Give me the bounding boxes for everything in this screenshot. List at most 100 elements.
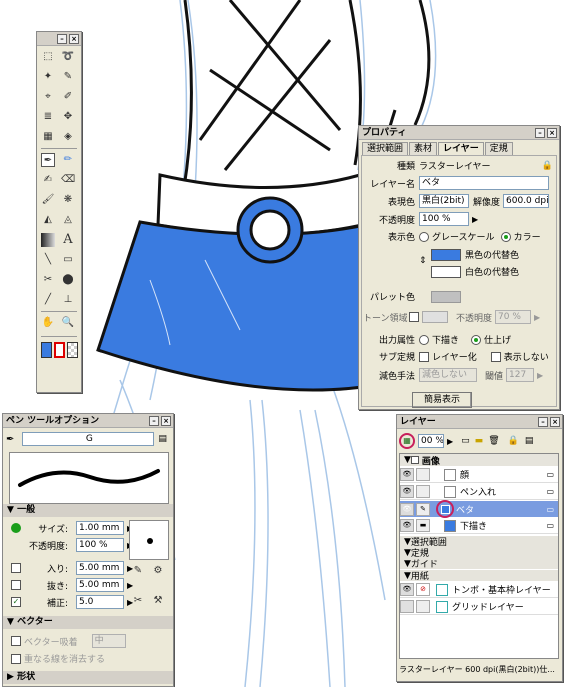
swap-colors-icon[interactable]: ⇕	[419, 256, 427, 266]
lock-icon[interactable]: 🔒	[542, 161, 553, 171]
vector-snap-checkbox[interactable]	[11, 636, 21, 646]
tone-area-swatch[interactable]	[422, 311, 448, 323]
lasso-select-icon[interactable]: ➰	[61, 50, 75, 64]
color-radio[interactable]	[500, 231, 511, 242]
correction-field[interactable]: 5.0	[76, 595, 124, 609]
pen-opacity-field[interactable]: 100 %	[76, 538, 124, 552]
in-checkbox[interactable]	[11, 563, 21, 573]
layer-row-crop-marks[interactable]: 👁 ⊘ トンボ・基本枠レイヤー	[400, 582, 558, 598]
fill-icon[interactable]: ◭	[41, 213, 55, 227]
close-icon[interactable]: ×	[547, 128, 557, 138]
lock-layer-icon[interactable]: 🔒	[508, 436, 519, 446]
tool-palette-titlebar[interactable]: – ×	[37, 32, 81, 46]
black-substitute-swatch[interactable]	[431, 248, 461, 261]
layer-color-icon[interactable]	[436, 500, 454, 518]
visibility-eye-icon[interactable]: 👁	[400, 468, 414, 481]
layer-row-inking[interactable]: 👁 ペン入れ ▭	[400, 484, 558, 500]
draft-radio[interactable]	[419, 334, 429, 345]
threshold-field[interactable]: 127	[506, 368, 535, 382]
edit-state-icon[interactable]: ⊘	[416, 583, 430, 596]
opacity-field[interactable]: 100 %	[419, 212, 469, 226]
threshold-arrow-icon[interactable]: ▶	[537, 371, 543, 380]
correction-checkbox[interactable]: ✓	[11, 597, 21, 607]
smudge-icon[interactable]: ╱	[41, 293, 55, 307]
pattern-fill-icon[interactable]: ◬	[61, 213, 75, 227]
close-icon[interactable]: ×	[161, 416, 171, 426]
tab-selection[interactable]: 選択範囲	[362, 142, 409, 155]
layer-move-icon[interactable]: ≣	[41, 110, 55, 124]
marker-icon[interactable]: ✍	[41, 173, 55, 187]
object-select-icon[interactable]: ⌖	[41, 90, 55, 104]
pen-tool-icon[interactable]: ✒	[41, 153, 55, 167]
visibility-eye-icon[interactable]: 👁	[400, 583, 414, 596]
expression-color-field[interactable]: 黒白(2bit)	[419, 194, 469, 208]
out-field[interactable]: 5.00 mm	[76, 578, 124, 592]
rectangle-tool-icon[interactable]: ▭	[61, 253, 75, 267]
group-pages[interactable]: ▼ 画像	[400, 454, 558, 467]
vector-snap-select[interactable]: 中	[91, 634, 126, 648]
brush-name-field[interactable]: G	[22, 432, 155, 446]
hand-scale-icon[interactable]: ◈	[61, 130, 75, 144]
line-tool-icon[interactable]: ╲	[41, 253, 55, 267]
new-folder-icon[interactable]: ▬	[475, 436, 484, 446]
tone-area-checkbox[interactable]	[409, 312, 419, 322]
layers-titlebar[interactable]: レイヤー – ×	[397, 415, 562, 429]
tone-opacity-arrow-icon[interactable]: ▶	[534, 313, 540, 322]
magic-wand-icon[interactable]: ✦	[41, 70, 55, 84]
ruler-tool-icon[interactable]: ✂	[41, 273, 55, 287]
layer-list-view-icon[interactable]: ▦	[399, 433, 415, 449]
layer-opacity-arrow-icon[interactable]: ▶	[447, 437, 453, 446]
stamp-icon[interactable]: ⊥	[61, 293, 75, 307]
size-field[interactable]: 1.00 mm	[76, 521, 124, 535]
pen-select-icon[interactable]: ✐	[61, 90, 75, 104]
layer-row-draft[interactable]: 👁 ▬ 下描き ▭	[400, 518, 558, 534]
layer-opacity-field[interactable]: 00 %	[418, 434, 444, 448]
pressure-out-icon[interactable]: ✂	[131, 594, 145, 608]
pen-options-titlebar[interactable]: ペン ツールオプション – ×	[3, 414, 173, 428]
edit-state-icon[interactable]	[416, 485, 430, 498]
pressure-settings-icon[interactable]: ⚒	[151, 594, 165, 608]
minimize-icon[interactable]: –	[57, 34, 67, 44]
brush-menu-icon[interactable]: ▤	[158, 434, 167, 444]
foreground-color-swatch[interactable]	[41, 342, 52, 358]
visibility-eye-icon[interactable]: 👁	[400, 519, 414, 532]
properties-titlebar[interactable]: プロパティ – ×	[359, 126, 559, 140]
airbrush-icon[interactable]: ❋	[61, 193, 75, 207]
pressure-in-icon[interactable]: ✎	[131, 564, 145, 578]
minimize-icon[interactable]: –	[149, 416, 159, 426]
edit-state-icon[interactable]	[416, 600, 430, 613]
vector-section-header[interactable]: ▼ ベクター	[3, 616, 173, 629]
tone-icon[interactable]: ▦	[41, 130, 55, 144]
edit-state-icon[interactable]	[416, 468, 430, 481]
layer-row-grid[interactable]: グリッドレイヤー	[400, 599, 558, 615]
layerize-checkbox[interactable]	[419, 351, 429, 362]
edit-state-icon[interactable]: ▬	[416, 519, 430, 532]
edit-pen-icon[interactable]: ✎	[416, 502, 430, 516]
minimize-icon[interactable]: –	[535, 128, 545, 138]
tone-opacity-field[interactable]: 70 %	[495, 310, 532, 324]
erase-overlap-checkbox[interactable]	[11, 653, 21, 664]
general-section-header[interactable]: ▼ 一般	[3, 504, 173, 517]
out-arrow-icon[interactable]: ▶	[127, 581, 133, 590]
layer-menu-icon[interactable]: ▤	[525, 436, 534, 446]
delete-layer-icon[interactable]: 🗑	[488, 436, 499, 446]
shape-section-header[interactable]: ▶ 形状	[3, 671, 173, 684]
eraser-icon[interactable]: ⌫	[61, 173, 75, 187]
transparent-color-swatch[interactable]	[67, 342, 78, 358]
white-substitute-swatch[interactable]	[431, 265, 461, 278]
zoom-tool-icon[interactable]: 🔍	[61, 316, 75, 330]
subtractive-select[interactable]: 減色しない	[419, 368, 477, 382]
close-icon[interactable]: ×	[550, 417, 560, 427]
eyedropper-icon[interactable]: ✎	[61, 70, 75, 84]
in-field[interactable]: 5.00 mm	[76, 561, 124, 575]
tab-ruler[interactable]: 定規	[484, 142, 513, 155]
out-checkbox[interactable]	[11, 580, 21, 590]
visibility-eye-icon[interactable]: 👁	[400, 485, 414, 498]
visibility-eye-icon[interactable]: 👁	[400, 502, 414, 516]
pressure-size-icon[interactable]: ⚙	[151, 564, 165, 578]
hide-checkbox[interactable]	[490, 351, 501, 362]
tab-layer[interactable]: レイヤー	[438, 142, 484, 155]
finish-radio[interactable]	[471, 334, 482, 345]
minimize-icon[interactable]: –	[538, 417, 548, 427]
group-paper[interactable]: ▼ 用紙	[400, 570, 558, 582]
